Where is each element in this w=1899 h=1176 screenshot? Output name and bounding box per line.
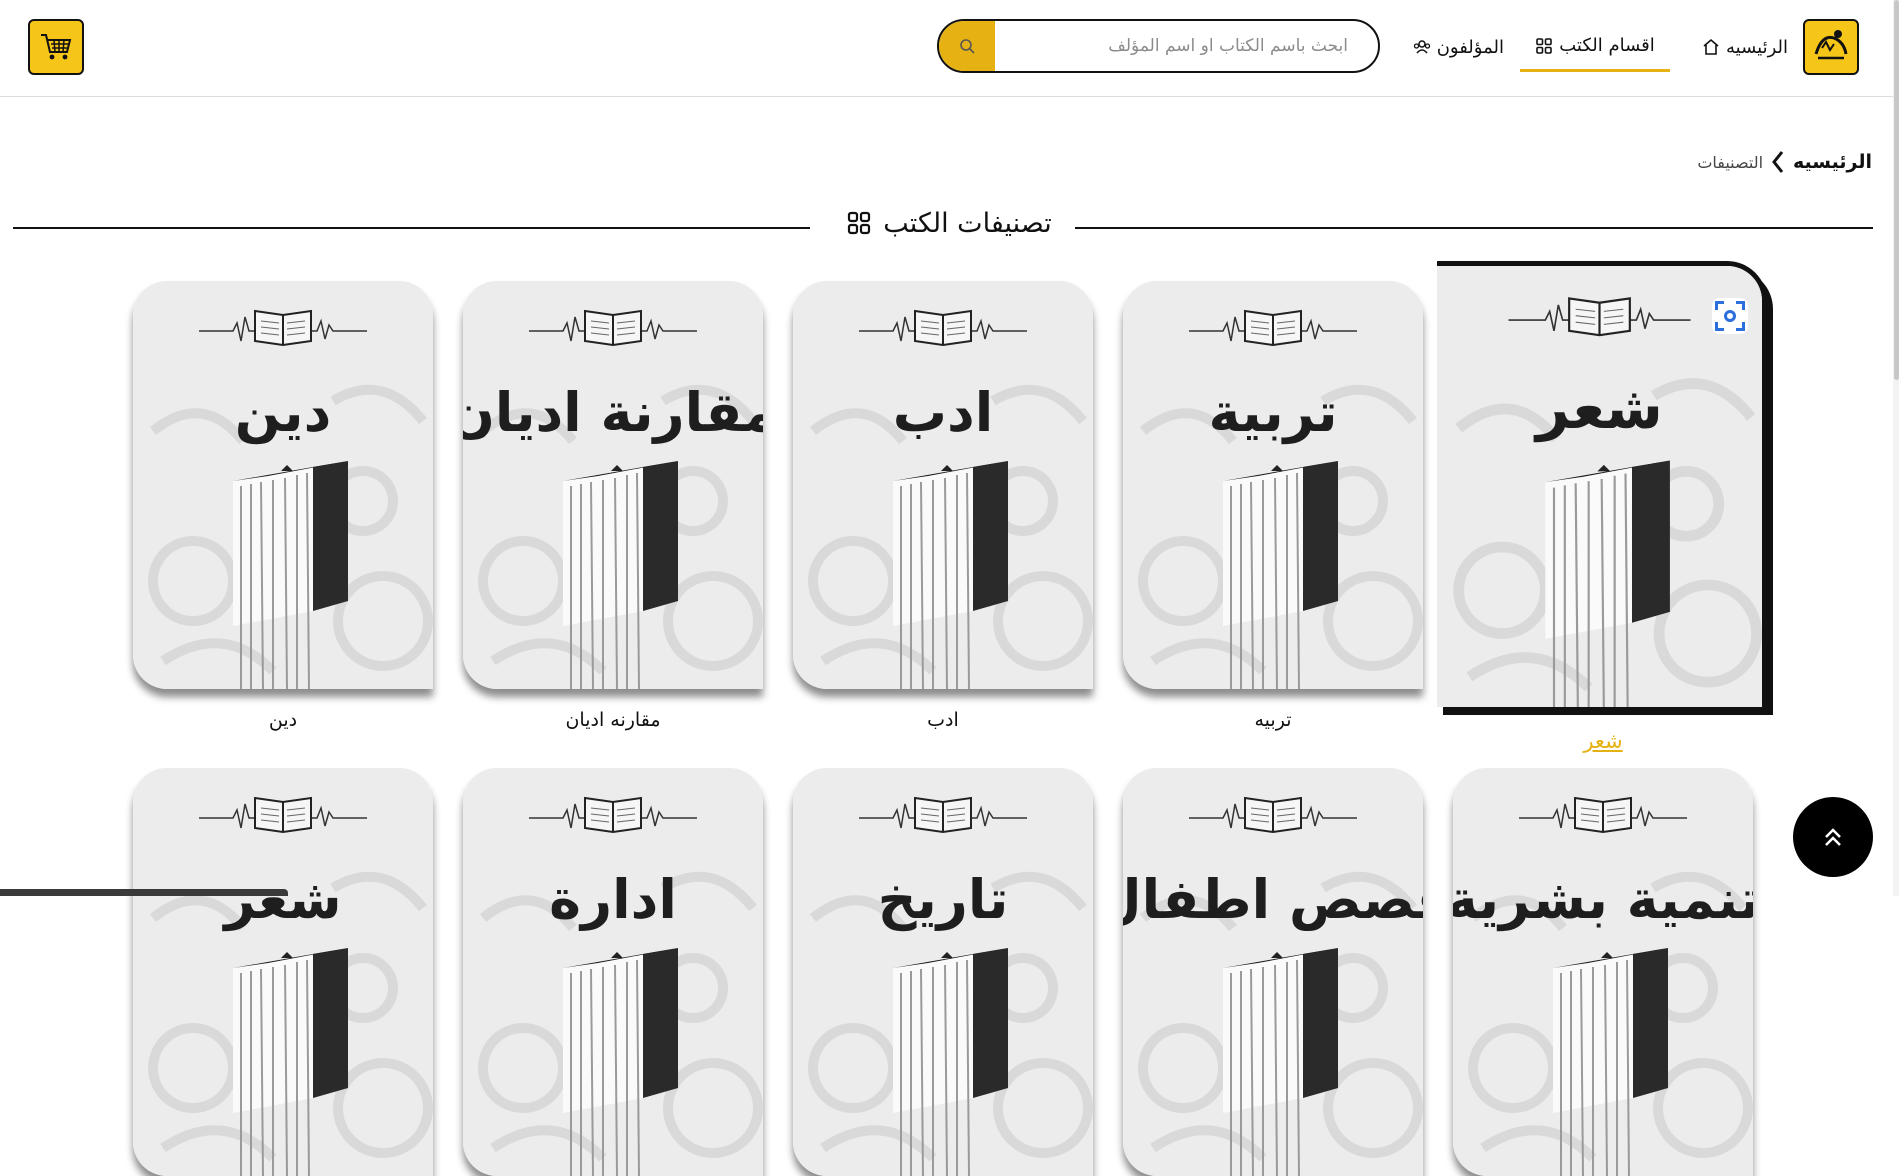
svg-text:تنمية بشرية: تنمية بشرية xyxy=(1453,868,1753,931)
home-icon xyxy=(1703,38,1719,55)
book-cover-art: تاريخ xyxy=(793,768,1093,1176)
category-card[interactable]: قصص اطفال xyxy=(1123,768,1423,1176)
breadcrumb-current: التصنيفات xyxy=(1697,152,1764,172)
svg-text:مقارنة اديان: مقارنة اديان xyxy=(463,381,763,444)
category-card[interactable]: مقارنة اديان مقارنه اديان xyxy=(463,281,763,741)
category-cover-image[interactable]: تنمية بشرية xyxy=(1453,768,1753,1176)
nav-home[interactable]: الرئيسيه xyxy=(1688,30,1788,64)
bottom-bar xyxy=(0,889,288,896)
divider xyxy=(13,227,810,229)
section-heading: تصنيفات الكتب xyxy=(13,207,1873,239)
cart-icon xyxy=(41,34,72,60)
category-label[interactable]: مقارنه اديان xyxy=(463,709,763,731)
svg-text:تربية: تربية xyxy=(1209,381,1338,444)
category-card[interactable]: دين دين xyxy=(133,281,433,741)
svg-text:ادب: ادب xyxy=(893,381,994,444)
search-icon xyxy=(960,39,975,54)
site-logo[interactable] xyxy=(1803,19,1859,75)
category-cover-image[interactable]: دين xyxy=(133,281,433,689)
grid-icon xyxy=(1536,37,1553,54)
category-card[interactable]: تاريخ xyxy=(793,768,1093,1176)
nav-authors-label: المؤلفون xyxy=(1436,36,1504,58)
site-header: الرئيسيه اقسام الكتب المؤلفون xyxy=(0,0,1899,97)
category-card[interactable]: شعر xyxy=(133,768,433,1176)
zoom-icon[interactable] xyxy=(1712,298,1748,334)
breadcrumb-home[interactable]: الرئيسيه xyxy=(1793,151,1872,173)
svg-text:دين: دين xyxy=(235,381,332,444)
category-cover-image[interactable]: تاريخ xyxy=(793,768,1093,1176)
chevron-left-icon xyxy=(1772,151,1784,173)
nav-categories-label: اقسام الكتب xyxy=(1559,35,1655,56)
category-cover-image[interactable]: شعر xyxy=(133,768,433,1176)
divider xyxy=(1075,227,1873,229)
category-label[interactable]: ادب xyxy=(793,709,1093,731)
category-card[interactable]: ادب ادب xyxy=(793,281,1093,741)
book-cover-art: مقارنة اديان xyxy=(463,281,763,689)
book-cover-art: قصص اطفال xyxy=(1123,768,1423,1176)
svg-text:ادارة: ادارة xyxy=(549,868,677,931)
double-chevron-up-icon xyxy=(1825,828,1841,846)
logo-icon xyxy=(1808,24,1854,70)
category-label[interactable]: تربيه xyxy=(1123,709,1423,731)
book-cover-art: تنمية بشرية xyxy=(1453,768,1753,1176)
book-cover-art: ادارة xyxy=(463,768,763,1176)
svg-text:شعر: شعر xyxy=(221,868,341,931)
scroll-to-top-button[interactable] xyxy=(1793,797,1873,877)
svg-text:قصص اطفال: قصص اطفال xyxy=(1123,868,1423,932)
category-cover-image[interactable]: مقارنة اديان xyxy=(463,281,763,689)
nav-categories[interactable]: اقسام الكتب xyxy=(1520,22,1670,72)
nav-home-label: الرئيسيه xyxy=(1726,36,1788,58)
category-cover-image[interactable]: ادب xyxy=(793,281,1093,689)
grid-icon xyxy=(848,211,871,235)
users-icon xyxy=(1413,40,1430,54)
category-card[interactable]: ادارة xyxy=(463,768,763,1176)
category-card[interactable]: شعر شعر xyxy=(1437,261,1767,753)
category-card[interactable]: تربية تربيه xyxy=(1123,281,1423,741)
category-card[interactable]: تنمية بشرية xyxy=(1453,768,1753,1176)
book-cover-art: دين xyxy=(133,281,433,689)
category-label[interactable]: شعر xyxy=(1453,729,1753,753)
book-cover-art: ادب xyxy=(793,281,1093,689)
scrollbar-thumb[interactable] xyxy=(1894,0,1899,380)
search-bar xyxy=(937,19,1380,73)
section-title: تصنيفات الكتب xyxy=(828,207,1071,239)
category-cover-image[interactable]: تربية xyxy=(1123,281,1423,689)
search-button[interactable] xyxy=(939,21,995,71)
section-title-text: تصنيفات الكتب xyxy=(883,207,1052,239)
nav-authors[interactable]: المؤلفون xyxy=(1396,30,1504,64)
book-cover-art: شعر xyxy=(133,768,433,1176)
svg-text:تاريخ: تاريخ xyxy=(878,868,1009,931)
breadcrumb: الرئيسيه التصنيفات xyxy=(1697,150,1872,174)
book-cover-art: تربية xyxy=(1123,281,1423,689)
category-cover-image[interactable]: قصص اطفال xyxy=(1123,768,1423,1176)
search-input[interactable] xyxy=(995,21,1378,71)
category-cover-image[interactable]: شعر xyxy=(1437,261,1767,707)
svg-text:شعر: شعر xyxy=(1533,374,1663,443)
category-cover-image[interactable]: ادارة xyxy=(463,768,763,1176)
category-label[interactable]: دين xyxy=(133,709,433,731)
cart-button[interactable] xyxy=(28,19,84,75)
